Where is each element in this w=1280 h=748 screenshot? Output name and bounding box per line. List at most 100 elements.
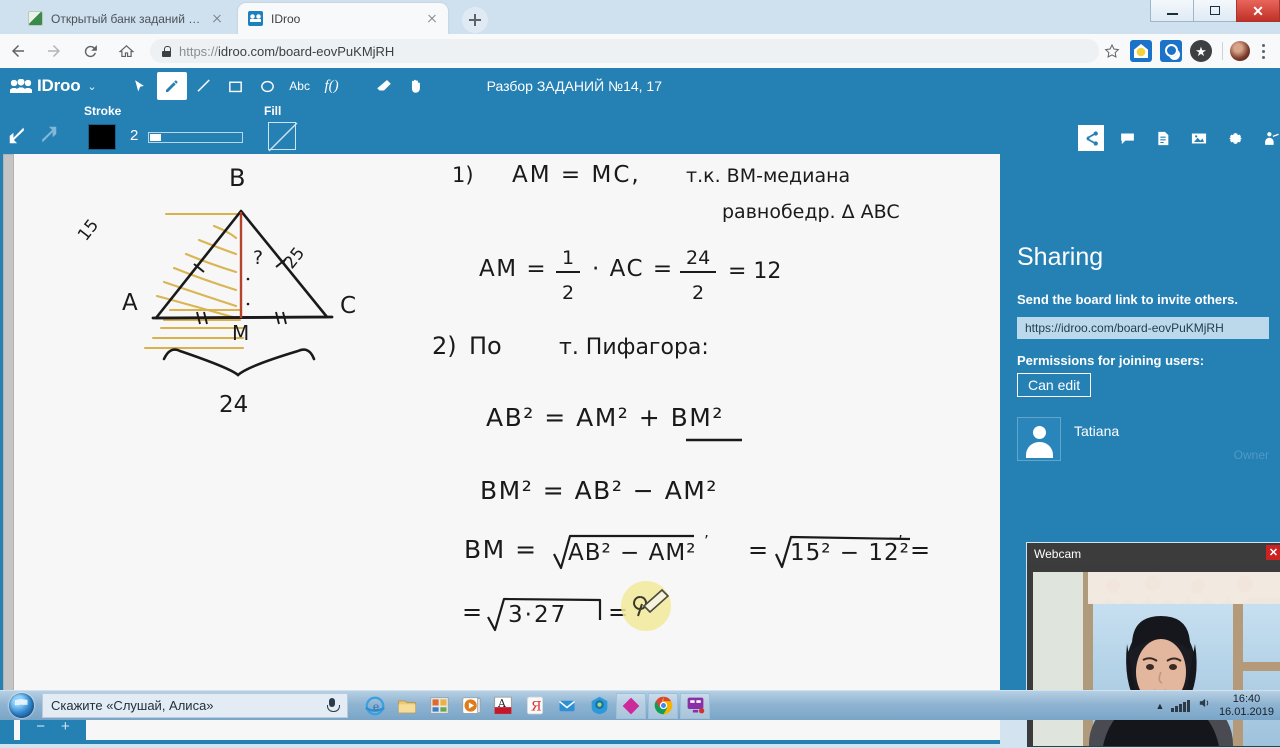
whiteboard-canvas[interactable]: B A C M 15 25 ? 24 1) AM = MC, т.к. BM-м… <box>14 154 1000 742</box>
reload-button[interactable] <box>72 34 108 68</box>
hw-ac: · AC = <box>592 256 674 282</box>
webcam-titlebar: Webcam ✕ <box>1027 543 1280 565</box>
microphone-icon[interactable] <box>325 697 340 714</box>
board-link-field[interactable]: https://idroo.com/board-eovPuKMjRH <box>1017 317 1269 339</box>
tab-title: Открытый банк заданий ЕГЭ <box>51 11 201 26</box>
tab-close-icon[interactable] <box>424 11 440 27</box>
address-bar[interactable]: https://idroo.com/board-eovPuKMjRH <box>150 39 1099 63</box>
permission-dropdown[interactable]: Can edit <box>1017 373 1092 397</box>
ege-favicon-icon <box>28 11 43 26</box>
undo-button[interactable] <box>6 124 32 148</box>
redo-button[interactable] <box>36 124 62 148</box>
back-button[interactable] <box>0 34 36 68</box>
new-tab-button[interactable] <box>462 7 488 33</box>
browser-tab-idroo[interactable]: IDroo <box>238 3 448 34</box>
mail-icon[interactable] <box>552 693 582 719</box>
hw-line-3-number: 2) <box>432 332 457 360</box>
network-signal-icon[interactable] <box>1171 699 1190 712</box>
search-extension-icon[interactable] <box>1160 40 1182 62</box>
document-icon[interactable] <box>1150 125 1176 151</box>
board-title: Разбор ЗАДАНИЙ №14, 17 <box>486 78 662 94</box>
stroke-label: Stroke <box>84 104 122 118</box>
hw-radicand-2: 15² − 12² <box>790 540 910 566</box>
label-C: C <box>340 293 356 319</box>
file-explorer-icon[interactable] <box>392 693 422 719</box>
hw-tick-1: ʼ <box>704 532 709 550</box>
text-tool[interactable]: Abc <box>285 72 315 100</box>
sidebar-subtitle: Send the board link to invite others. <box>1017 292 1239 307</box>
webcam-close-icon[interactable]: ✕ <box>1266 545 1280 560</box>
brace <box>162 348 316 377</box>
home-extension-icon[interactable] <box>1130 40 1152 62</box>
presenter-icon[interactable] <box>1258 125 1280 151</box>
volume-icon[interactable] <box>1197 696 1212 715</box>
canvas-vertical-scrollbar[interactable] <box>3 154 14 714</box>
permissions-label: Permissions for joining users: <box>1017 353 1205 368</box>
pan-tool[interactable] <box>401 72 431 100</box>
rectangle-tool[interactable] <box>221 72 251 100</box>
user-avatar <box>1017 417 1061 461</box>
window-controls: ✕ <box>1150 0 1280 22</box>
hw-line-1-eq: AM = MC, <box>512 162 641 188</box>
slider-knob[interactable] <box>150 134 161 141</box>
screen-recorder-icon[interactable] <box>680 692 710 719</box>
eraser-tool[interactable] <box>369 72 399 100</box>
url-scheme: https:// <box>179 43 219 59</box>
fill-label: Fill <box>264 104 282 118</box>
chat-icon[interactable] <box>1114 125 1140 151</box>
idroo-logo[interactable]: IDroo ⌄ <box>0 76 97 96</box>
adobe-reader-icon[interactable]: A <box>488 693 518 719</box>
line-tool[interactable] <box>189 72 219 100</box>
hatching <box>144 213 244 349</box>
minimize-button[interactable] <box>1150 0 1194 22</box>
hw-eq-1: = <box>748 536 768 564</box>
alice-assistant-box[interactable]: Скажите «Слушай, Алиса» <box>42 693 348 718</box>
toolbar-divider <box>1222 42 1223 60</box>
internet-explorer-icon[interactable]: e <box>360 693 390 719</box>
hw-12: = 12 <box>728 259 781 284</box>
hw-frac2-num: 24 <box>686 247 710 269</box>
zoom-out-button[interactable]: − <box>36 718 45 735</box>
formula-tool[interactable]: f() <box>317 72 347 100</box>
antivirus-icon[interactable] <box>584 693 614 719</box>
fill-swatch[interactable] <box>268 122 298 152</box>
chrome-icon[interactable] <box>648 692 678 719</box>
maximize-button[interactable] <box>1193 0 1237 22</box>
clock[interactable]: 16:40 16.01.2019 <box>1219 693 1274 719</box>
pencil-tool[interactable] <box>156 72 187 100</box>
select-tool[interactable] <box>125 72 155 100</box>
yandex-icon[interactable]: Я <box>520 693 550 719</box>
stroke-color-swatch[interactable] <box>88 124 116 150</box>
chevron-down-icon[interactable]: ⌄ <box>87 80 96 93</box>
logo-text: IDroo <box>37 76 81 95</box>
hw-frac2-den: 2 <box>692 282 704 304</box>
share-icon[interactable] <box>1078 125 1104 151</box>
diamond-icon[interactable] <box>616 692 646 719</box>
star-extension-icon[interactable]: ★ <box>1190 40 1212 62</box>
start-button[interactable] <box>0 692 42 720</box>
media-player-icon[interactable] <box>456 693 486 719</box>
show-hidden-icons[interactable]: ▲ <box>1156 701 1165 711</box>
profile-avatar[interactable] <box>1230 41 1250 61</box>
chrome-menu-icon[interactable] <box>1252 43 1274 59</box>
stroke-width-value: 2 <box>130 127 139 144</box>
windows-start-orb-icon <box>8 693 34 718</box>
people-icon <box>10 79 32 93</box>
close-window-button[interactable]: ✕ <box>1236 0 1280 22</box>
user-list-item[interactable]: Tatiana Owner <box>1017 417 1269 462</box>
browser-actions: ★ <box>1099 38 1280 64</box>
media-icon[interactable] <box>424 693 454 719</box>
home-button[interactable] <box>108 34 144 68</box>
gear-icon[interactable] <box>1222 125 1248 151</box>
browser-tab-ege[interactable]: Открытый банк заданий ЕГЭ <box>18 3 233 34</box>
hw-radicand-3: 3·27 <box>508 602 567 628</box>
zoom-in-button[interactable]: + <box>61 718 70 735</box>
stroke-width-slider[interactable] <box>148 132 243 143</box>
drawing-tools: Abc f() <box>125 72 431 100</box>
svg-text:A: A <box>497 697 506 710</box>
image-icon[interactable] <box>1186 125 1212 151</box>
ellipse-tool[interactable] <box>253 72 283 100</box>
forward-button[interactable] <box>36 34 72 68</box>
bookmark-star-icon[interactable] <box>1099 38 1125 64</box>
tab-close-icon[interactable] <box>209 11 225 27</box>
